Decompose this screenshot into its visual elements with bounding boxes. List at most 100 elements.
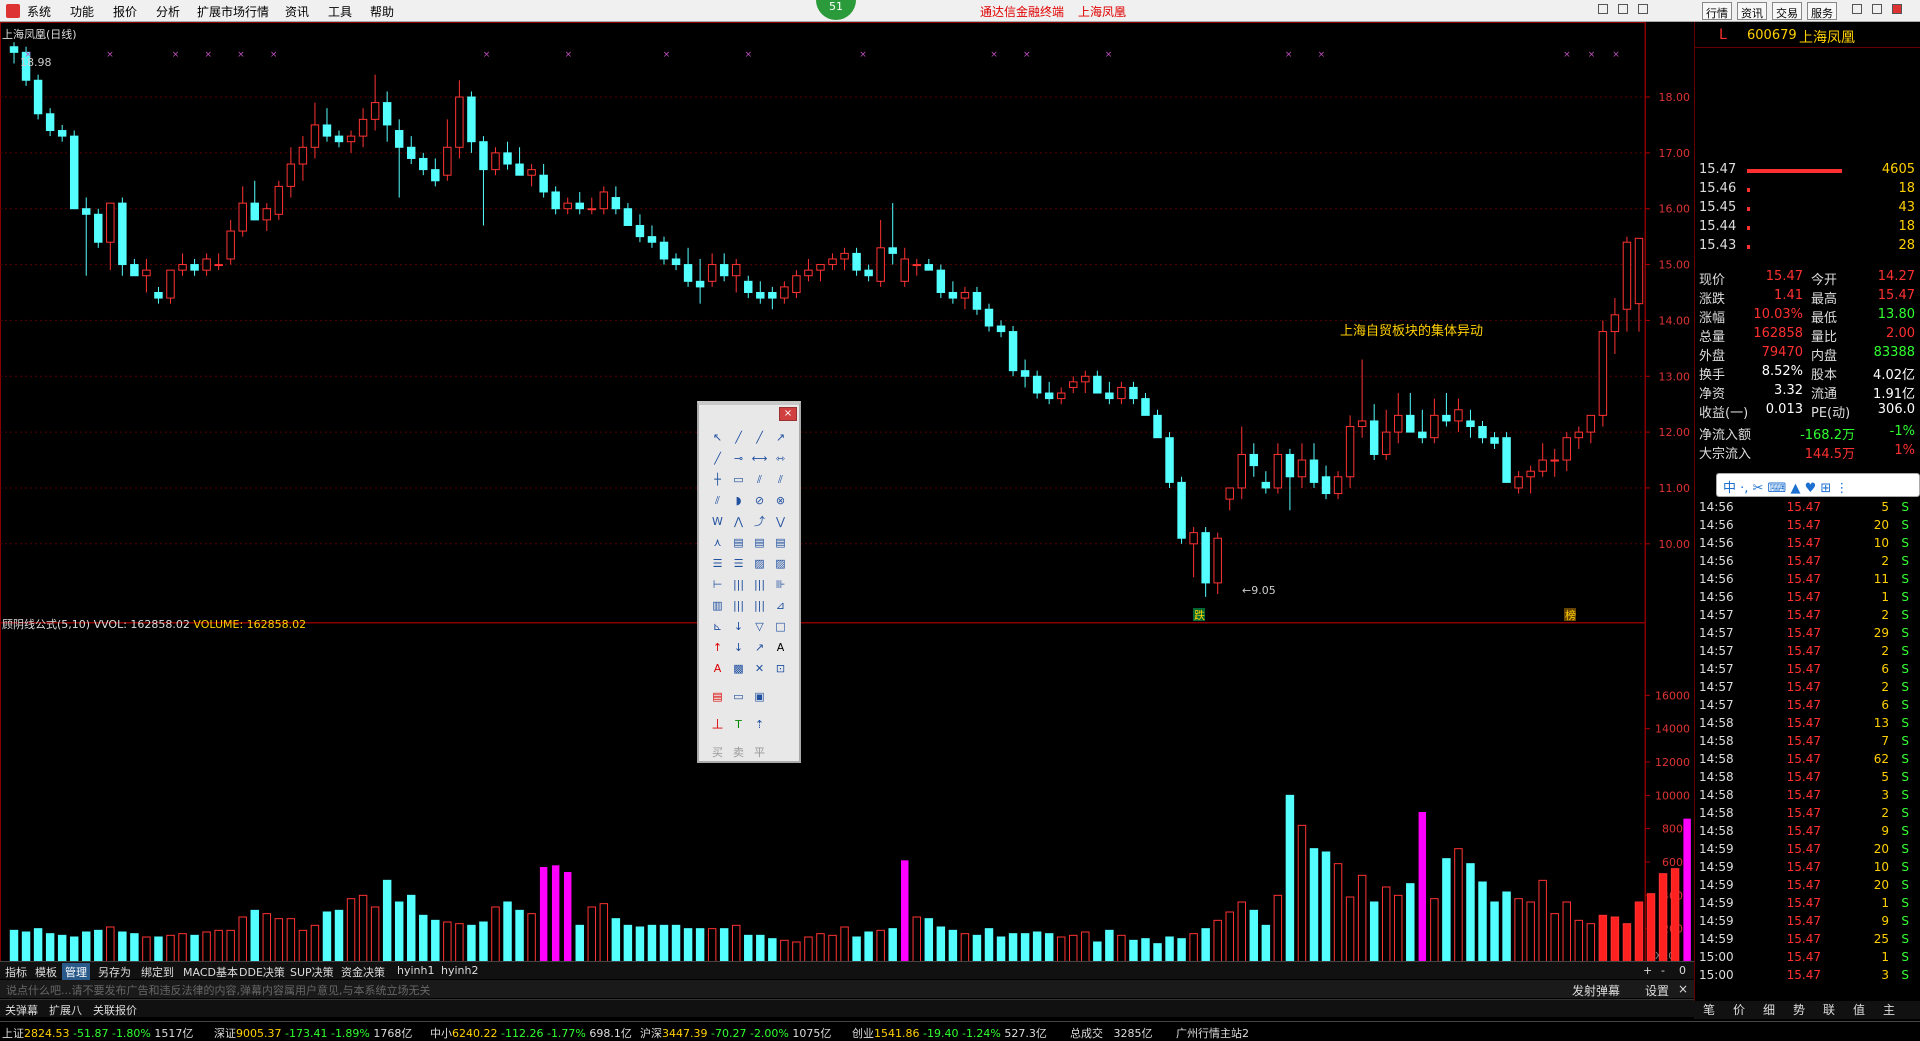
draw-tool-11-3[interactable]: ⊡ (770, 658, 791, 679)
index-1[interactable]: 深证9005.37 -173.41 -1.89% 1768亿 (214, 1025, 412, 1041)
draw-tool-6-3[interactable]: ▨ (770, 553, 791, 574)
menu-system[interactable]: 系统 (27, 3, 51, 20)
menu-news[interactable]: 资讯 (285, 3, 309, 20)
tab-macd[interactable]: MACD基本 (180, 963, 241, 981)
draw-tool-3-0[interactable]: ⫽ (707, 490, 728, 511)
draw-tool-11-0[interactable]: A (707, 658, 728, 679)
draw-tool-13-0[interactable]: 丄 (707, 714, 728, 735)
zoom-out-button[interactable]: - (1658, 963, 1668, 978)
draw-tool-13-3[interactable] (770, 707, 791, 728)
draw-tool-3-2[interactable]: ⊘ (749, 490, 770, 511)
draw-tool-5-2[interactable]: ▤ (749, 532, 770, 553)
tab-fund[interactable]: 资金决策 (338, 963, 388, 981)
draw-tool-12-0[interactable]: ▤ (707, 686, 728, 707)
tab-hyinh2[interactable]: hyinh2 (438, 963, 481, 978)
zoom-reset-button[interactable]: 0 (1676, 963, 1689, 978)
draw-tool-9-0[interactable]: ⊾ (707, 616, 728, 637)
tab-dde[interactable]: DDE决策 (236, 963, 288, 981)
window-close-icon[interactable] (1638, 4, 1648, 14)
tab-sup[interactable]: SUP决策 (287, 963, 337, 981)
draw-tool-14-3[interactable] (770, 735, 791, 756)
draw-tool-0-0[interactable]: ↖ (707, 427, 728, 448)
orderbook-row[interactable]: 15.44 18 (1695, 219, 1920, 237)
draw-tool-1-1[interactable]: ⊸ (728, 448, 749, 469)
draw-tool-8-3[interactable]: ⊿ (770, 595, 791, 616)
draw-tool-2-0[interactable]: ┼ (707, 469, 728, 490)
draw-tool-4-0[interactable]: W (707, 511, 728, 532)
draw-tool-7-0[interactable]: ⊢ (707, 574, 728, 595)
draw-tool-5-1[interactable]: ▤ (728, 532, 749, 553)
drawing-tools-palette[interactable]: × ↖ ╱ ╱ ↗╱ ⊸ ⟷ ⇿┼ ▭ ⫽ ⫽⫽ ◗ ⊘ ⊗W ⋀ ⤴ ⋁⋏ ▤ ▤ ▤☰ ☰ ▨ ▨⊢ ||| ||| ⊪▥ |… (697, 401, 801, 763)
draw-tool-0-3[interactable]: ↗ (770, 427, 791, 448)
draw-tool-14-1[interactable]: 卖 (728, 742, 749, 763)
draw-tool-7-1[interactable]: ||| (728, 574, 749, 595)
danmaku-input[interactable]: 说点什么吧...请不要发布广告和违反法律的内容,弹幕内容属用户意见,与本系统立场… (0, 980, 1694, 998)
index-2[interactable]: 中小6240.22 -112.26 -1.77% 698.1亿 (430, 1025, 632, 1041)
draw-tool-2-1[interactable]: ▭ (728, 469, 749, 490)
draw-tool-6-1[interactable]: ☰ (728, 553, 749, 574)
ime-toolbar[interactable]: 中 ·, ✂ ⌨ ▲ ♥ ⊞ ⋮ (1716, 473, 1920, 497)
linked-quote-button[interactable]: 关联报价 (90, 1001, 140, 1019)
draw-tool-8-0[interactable]: ▥ (707, 595, 728, 616)
kline-chart[interactable]: 18.00 17.00 16.00 15.00 14.00 13.00 12.00 11.00… (0, 22, 1694, 974)
orderbook-row[interactable]: 15.47 4605 (1695, 162, 1920, 180)
draw-tool-4-3[interactable]: ⋁ (770, 511, 791, 532)
quote-tab-5[interactable]: 值 (1844, 1001, 1874, 1018)
draw-tool-10-0[interactable]: ↑ (707, 637, 728, 658)
quote-tab-6[interactable]: 主 (1874, 1001, 1904, 1018)
draw-tool-13-1[interactable]: T (728, 714, 749, 735)
server-site[interactable]: 广州行情主站2 (1176, 1025, 1249, 1041)
window-min-icon[interactable] (1598, 4, 1608, 14)
top-btn-news[interactable]: 资讯 (1737, 2, 1767, 20)
draw-tool-13-2[interactable]: ⇡ (749, 714, 770, 735)
draw-tool-5-0[interactable]: ⋏ (707, 532, 728, 553)
orderbook-row[interactable]: 15.45 43 (1695, 200, 1920, 218)
zoom-in-button[interactable]: + (1640, 963, 1655, 978)
index-4[interactable]: 创业1541.86 -19.40 -1.24% 527.3亿 (852, 1025, 1047, 1041)
top-btn-trade[interactable]: 交易 (1772, 2, 1802, 20)
toggle-danmaku-button[interactable]: 关弹幕 (2, 1001, 41, 1019)
draw-tool-0-2[interactable]: ╱ (749, 427, 770, 448)
minimize-icon[interactable] (1852, 4, 1862, 14)
tab-manage[interactable]: 管理 (62, 963, 90, 981)
draw-tool-2-2[interactable]: ⫽ (749, 469, 770, 490)
top-btn-service[interactable]: 服务 (1807, 2, 1837, 20)
draw-tool-10-1[interactable]: ↓ (728, 637, 749, 658)
draw-tool-6-2[interactable]: ▨ (749, 553, 770, 574)
draw-tool-12-1[interactable]: ▭ (728, 686, 749, 707)
menu-help[interactable]: 帮助 (370, 3, 394, 20)
draw-tool-3-3[interactable]: ⊗ (770, 490, 791, 511)
draw-tool-12-2[interactable]: ▣ (749, 686, 770, 707)
draw-tool-14-0[interactable]: 买 (707, 742, 728, 763)
center-badge[interactable]: 51 (816, 0, 856, 20)
draw-tool-10-3[interactable]: A (770, 637, 791, 658)
draw-tool-7-2[interactable]: ||| (749, 574, 770, 595)
danmaku-close-icon[interactable]: × (1678, 982, 1688, 996)
draw-tool-11-2[interactable]: ✕ (749, 658, 770, 679)
maximize-icon[interactable] (1872, 4, 1882, 14)
orderbook-row[interactable]: 15.43 28 (1695, 238, 1920, 256)
draw-tool-5-3[interactable]: ▤ (770, 532, 791, 553)
draw-tool-9-2[interactable]: ▽ (749, 616, 770, 637)
menu-analysis[interactable]: 分析 (156, 3, 180, 20)
draw-tool-9-3[interactable]: □ (770, 616, 791, 637)
quote-tab-1[interactable]: 价 (1724, 1001, 1754, 1018)
draw-tool-11-1[interactable]: ▩ (728, 658, 749, 679)
draw-tool-6-0[interactable]: ☰ (707, 553, 728, 574)
menu-function[interactable]: 功能 (70, 3, 94, 20)
quote-tab-0[interactable]: 笔 (1694, 1001, 1724, 1018)
draw-tool-9-1[interactable]: ↓ (728, 616, 749, 637)
send-danmaku-button[interactable]: 发射弹幕 (1572, 982, 1620, 999)
draw-tool-10-2[interactable]: ↗ (749, 637, 770, 658)
draw-tool-2-3[interactable]: ⫽ (770, 469, 791, 490)
draw-tool-7-3[interactable]: ⊪ (770, 574, 791, 595)
tab-template[interactable]: 模板 (32, 963, 60, 981)
ext-eight-button[interactable]: 扩展八 (46, 1001, 85, 1019)
draw-tool-1-0[interactable]: ╱ (707, 448, 728, 469)
draw-tool-4-2[interactable]: ⤴ (749, 511, 770, 532)
draw-tool-8-1[interactable]: ||| (728, 595, 749, 616)
quote-tab-4[interactable]: 联 (1814, 1001, 1844, 1018)
draw-tool-3-1[interactable]: ◗ (728, 490, 749, 511)
close-icon[interactable] (1892, 4, 1902, 14)
draw-tool-14-2[interactable]: 平 (749, 742, 770, 763)
